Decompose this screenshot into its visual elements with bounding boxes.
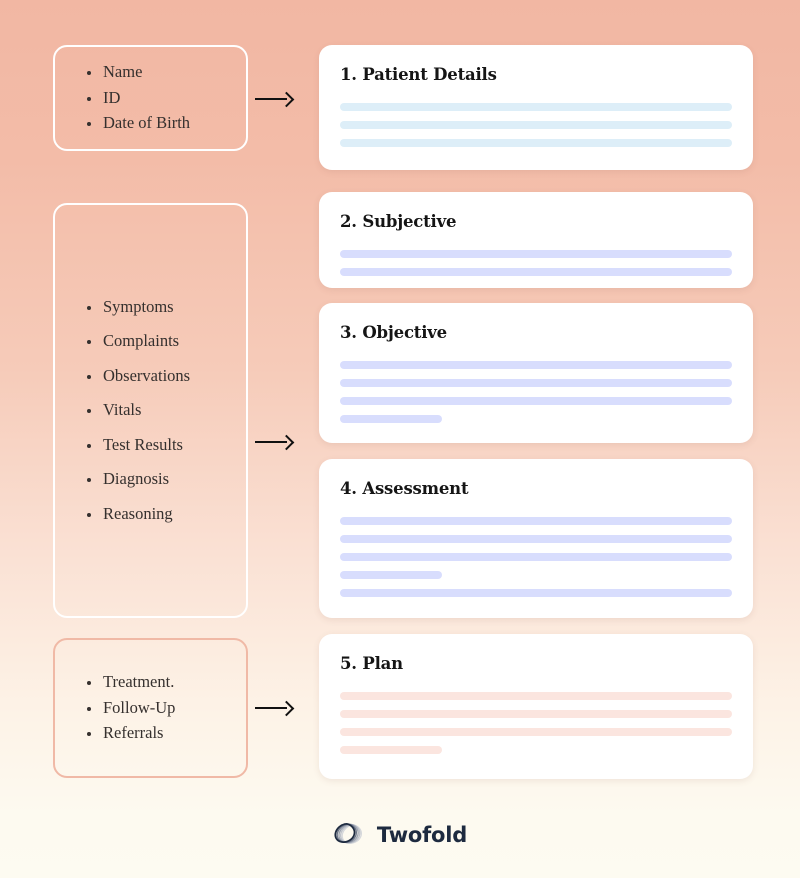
list-item: Name xyxy=(85,64,246,81)
input-box-identifiers: Name ID Date of Birth xyxy=(53,45,248,151)
list-item: Reasoning xyxy=(85,505,246,523)
list-item: Complaints xyxy=(85,333,246,350)
placeholder-bar xyxy=(340,571,442,579)
list-item: Treatment. xyxy=(85,674,246,691)
card-title: 4. Assessment xyxy=(340,479,469,498)
list-item: ID xyxy=(85,89,246,107)
arrow-head xyxy=(278,91,295,108)
list-item: Follow-Up xyxy=(85,699,246,717)
card-assessment: 4. Assessment xyxy=(319,459,753,618)
list-item: Vitals xyxy=(85,402,246,419)
list-item: Symptoms xyxy=(85,298,246,316)
placeholder-bar xyxy=(340,517,732,525)
placeholder-bar xyxy=(340,415,442,423)
card-plan: 5. Plan xyxy=(319,634,753,779)
identifier-list: Name ID Date of Birth xyxy=(55,64,246,132)
placeholder-bar xyxy=(340,139,732,147)
placeholder-bar xyxy=(340,250,732,258)
arrow-right-icon xyxy=(255,91,297,108)
placeholder-bars xyxy=(340,103,732,147)
placeholder-bar xyxy=(340,397,732,405)
placeholder-bar xyxy=(340,103,732,111)
placeholder-bar xyxy=(340,746,442,754)
placeholder-bars xyxy=(340,361,732,423)
card-subjective: 2. Subjective xyxy=(319,192,753,288)
list-item: Observations xyxy=(85,367,246,385)
poster-canvas: Name ID Date of Birth Symptoms Complaint… xyxy=(0,0,800,878)
placeholder-bar xyxy=(340,535,732,543)
plan-list: Treatment. Follow-Up Referrals xyxy=(55,674,246,742)
placeholder-bar xyxy=(340,589,732,597)
list-item: Referrals xyxy=(85,725,246,742)
placeholder-bar xyxy=(340,121,732,129)
placeholder-bar xyxy=(340,710,732,718)
placeholder-bars xyxy=(340,517,732,597)
placeholder-bar xyxy=(340,361,732,369)
placeholder-bar xyxy=(340,692,732,700)
list-item: Date of Birth xyxy=(85,115,246,132)
arrow-head xyxy=(278,434,295,451)
list-item: Test Results xyxy=(85,436,246,454)
arrow-head xyxy=(278,700,295,717)
card-title: 5. Plan xyxy=(340,654,403,673)
twofold-logo-icon xyxy=(334,823,362,844)
placeholder-bar xyxy=(340,553,732,561)
placeholder-bar xyxy=(340,268,732,276)
brand-name: Twofold xyxy=(376,822,468,847)
placeholder-bars xyxy=(340,692,732,754)
card-patient-details: 1. Patient Details xyxy=(319,45,753,170)
arrow-right-icon xyxy=(255,700,297,717)
card-title: 2. Subjective xyxy=(340,212,457,231)
input-box-plan: Treatment. Follow-Up Referrals xyxy=(53,638,248,778)
brand-lockup: Twofold xyxy=(0,818,800,851)
placeholder-bar xyxy=(340,379,732,387)
list-item: Diagnosis xyxy=(85,471,246,488)
card-title: 3. Objective xyxy=(340,323,447,342)
placeholder-bar xyxy=(340,728,732,736)
arrow-right-icon xyxy=(255,434,297,451)
input-box-clinical: Symptoms Complaints Observations Vitals … xyxy=(53,203,248,618)
placeholder-bars xyxy=(340,250,732,276)
card-objective: 3. Objective xyxy=(319,303,753,443)
clinical-list: Symptoms Complaints Observations Vitals … xyxy=(55,298,246,523)
card-title: 1. Patient Details xyxy=(340,65,497,84)
